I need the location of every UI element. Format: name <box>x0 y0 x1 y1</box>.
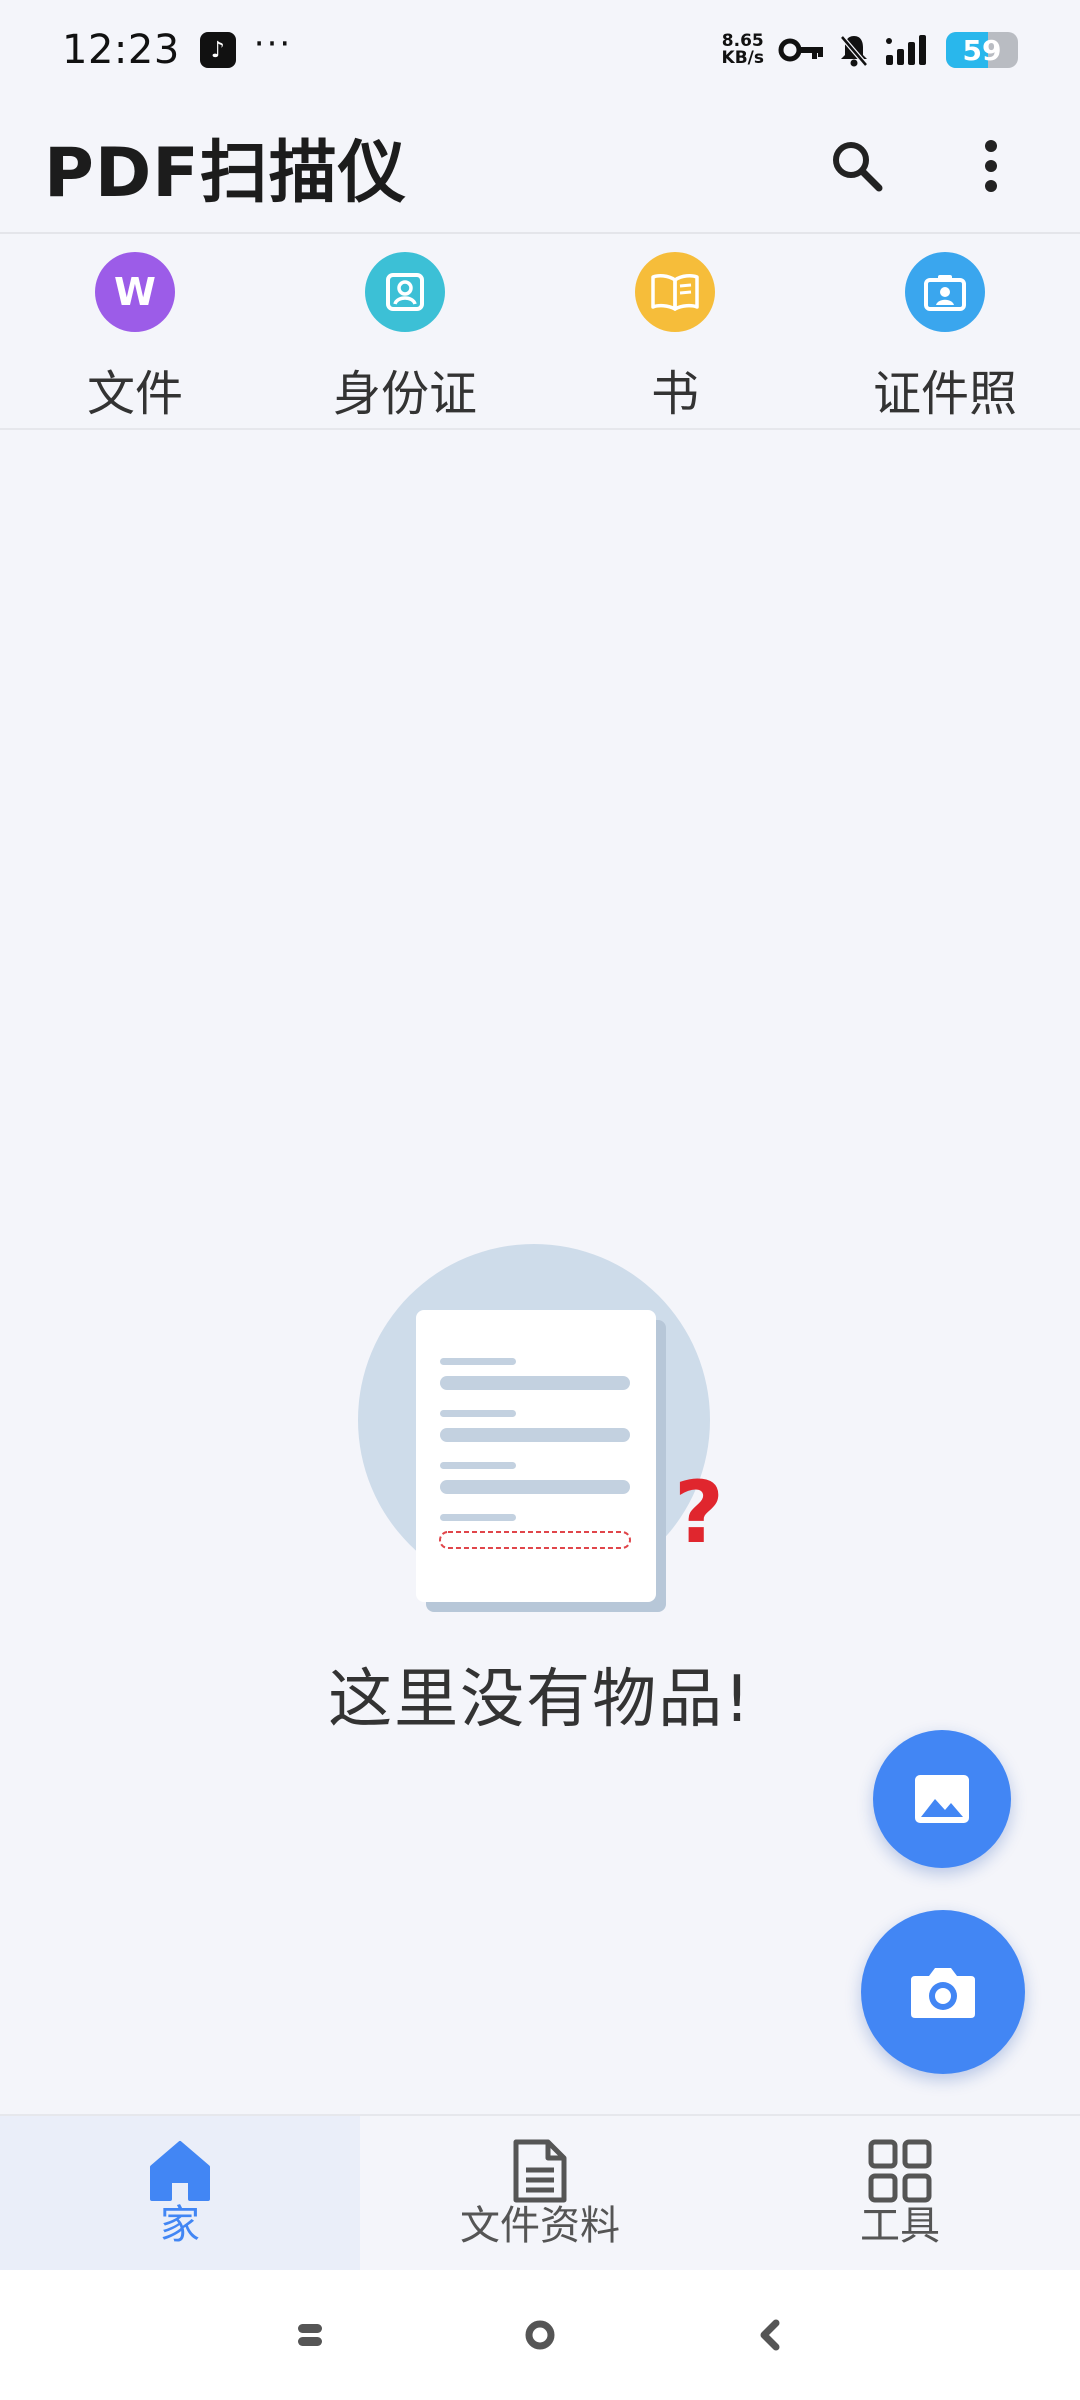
nav-label: 工具 <box>860 2203 940 2249</box>
home-circle-icon <box>525 2320 555 2350</box>
camera-scan-button[interactable] <box>861 1910 1025 2074</box>
status-bar: 12:23 ♪ ··· 8.65 KB/s 59 <box>0 0 1080 100</box>
document-icon <box>513 2139 567 2203</box>
search-icon <box>833 142 883 192</box>
recents-button[interactable] <box>250 2295 370 2375</box>
category-id-photo[interactable]: 证件照 <box>810 234 1080 428</box>
question-mark: ? <box>674 1463 724 1563</box>
status-time: 12:23 <box>62 27 180 73</box>
nav-label: 家 <box>160 2202 200 2248</box>
category-document[interactable]: W 文件 <box>0 234 270 428</box>
image-icon <box>915 1775 969 1823</box>
grid-icon <box>868 2139 932 2203</box>
tiktok-notification-icon: ♪ <box>199 32 236 68</box>
back-button[interactable] <box>710 2295 830 2375</box>
system-navigation-bar <box>0 2270 1080 2400</box>
more-vert-icon <box>985 140 997 192</box>
nav-label: 文件资料 <box>460 2203 620 2249</box>
id-photo-icon <box>905 252 985 332</box>
status-icons: 8.65 KB/s 59 <box>722 32 1018 68</box>
category-book[interactable]: 书 <box>540 234 810 428</box>
category-label: 文件 <box>86 366 183 422</box>
id-card-icon <box>365 252 445 332</box>
net-speed: 8.65 KB/s <box>722 33 764 67</box>
mute-bell-icon <box>840 35 868 67</box>
import-gallery-button[interactable] <box>873 1730 1011 1868</box>
recents-icon <box>298 2324 322 2346</box>
category-divider <box>0 428 1080 430</box>
search-button[interactable] <box>812 121 902 211</box>
nav-tools[interactable]: 工具 <box>720 2116 1080 2270</box>
bottom-navigation: 家 文件资料 工具 <box>0 2114 1080 2270</box>
category-label: 证件照 <box>872 366 1017 422</box>
battery-indicator: 59 <box>946 32 1018 68</box>
nav-documents[interactable]: 文件资料 <box>360 2116 720 2270</box>
more-notifications-icon: ··· <box>253 24 293 64</box>
signal-icon <box>886 35 926 65</box>
category-label: 书 <box>650 366 699 422</box>
more-options-button[interactable] <box>946 121 1036 211</box>
category-id-card[interactable]: 身份证 <box>270 234 540 428</box>
empty-state-message: 这里没有物品! <box>328 1663 752 1737</box>
word-icon-glyph: W <box>114 270 156 314</box>
nav-home[interactable]: 家 <box>0 2116 360 2270</box>
key-icon <box>778 38 823 62</box>
category-label: 身份证 <box>332 366 477 422</box>
book-icon <box>635 252 715 332</box>
word-icon: W <box>95 252 175 332</box>
net-speed-unit: KB/s <box>721 48 764 68</box>
empty-document-illustration: ? <box>358 1244 724 1612</box>
back-icon <box>760 2319 780 2351</box>
app-bar: PDF扫描仪 <box>0 100 1080 232</box>
home-icon <box>150 2141 210 2201</box>
category-row: W 文件 身份证 书 证件照 <box>0 234 1080 428</box>
home-system-button[interactable] <box>480 2295 600 2375</box>
battery-level: 59 <box>962 33 1002 67</box>
app-bar-actions <box>812 121 1036 211</box>
app-title: PDF扫描仪 <box>44 133 407 213</box>
camera-icon <box>911 1968 975 2018</box>
